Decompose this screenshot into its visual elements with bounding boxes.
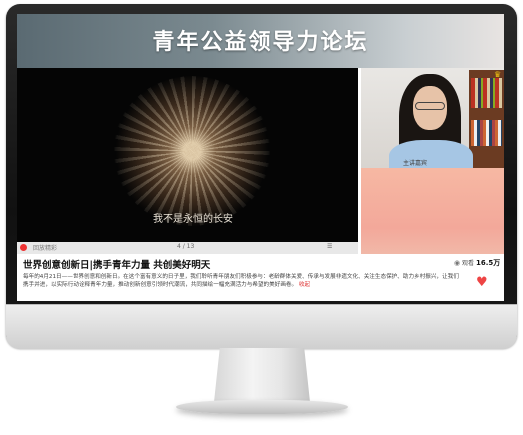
view-count: ◉ 观看 16.5万: [454, 258, 500, 268]
views-number: 16.5万: [475, 259, 501, 267]
description-text: 每年的4月21日——世界创意和创新日。在这个富有意义的日子里，我们聆听青年朋友们…: [23, 274, 459, 288]
views-label: 观看: [462, 260, 475, 267]
crown-icon: ♛: [494, 70, 502, 79]
side-panel: [361, 168, 504, 254]
monitor-stand-base: [176, 400, 348, 414]
monitor-screen: 青年公益领导力论坛 我不是永恒的长安 回放精彩 4 / 13 ☰ ♛ 主讲嘉宾 …: [17, 14, 504, 301]
record-icon[interactable]: [20, 244, 27, 251]
banner-title: 青年公益领导力论坛: [152, 30, 369, 55]
video-subtitle: 我不是永恒的长安: [153, 214, 233, 225]
banner: 青年公益领导力论坛: [17, 14, 504, 68]
monitor-stand-neck: [214, 348, 310, 402]
video-title: 世界创意创新日|携手青年力量 共创美好明天: [23, 260, 211, 271]
webcam-feed[interactable]: ♛ 主讲嘉宾: [361, 68, 504, 168]
menu-icon[interactable]: ☰: [327, 243, 332, 250]
page-indicator: 4 / 13: [177, 243, 195, 250]
collapse-link[interactable]: 收起: [299, 282, 310, 288]
eye-icon: ◉: [454, 259, 461, 267]
video-description: 每年的4月21日——世界创意和创新日。在这个富有意义的日子里，我们聆听青年朋友们…: [23, 273, 463, 289]
glasses: [415, 102, 445, 110]
video-margin: [17, 68, 28, 242]
books-bottom: [471, 120, 502, 146]
video-player[interactable]: 我不是永恒的长安: [28, 68, 358, 242]
heart-icon[interactable]: ♥: [476, 275, 488, 290]
speaker-name: 主讲嘉宾: [403, 160, 428, 167]
video-info: 世界创意创新日|携手青年力量 共创美好明天 ◉ 观看 16.5万 每年的4月21…: [17, 254, 504, 301]
monitor-chin: [6, 304, 517, 349]
firework-image: [113, 76, 271, 226]
replay-label[interactable]: 回放精彩: [33, 243, 57, 252]
books-top: [471, 78, 502, 108]
speaker-shirt: [389, 140, 473, 168]
